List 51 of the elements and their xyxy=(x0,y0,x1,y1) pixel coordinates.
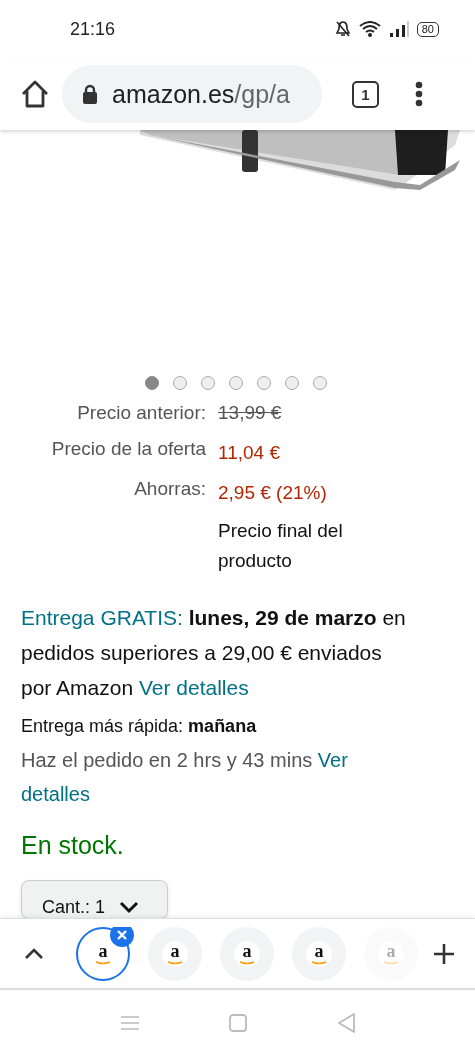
stock-status: En stock. xyxy=(20,831,125,860)
tab-thumbnail[interactable]: a xyxy=(292,926,346,981)
tab-count-button[interactable]: 1 xyxy=(352,80,379,108)
details-link[interactable]: detalles xyxy=(21,783,90,805)
new-tab-icon[interactable] xyxy=(433,942,455,965)
lock-icon xyxy=(82,84,98,104)
wifi-icon xyxy=(358,21,381,37)
site-favicon: a xyxy=(234,940,260,967)
price-value: 11,04 € xyxy=(218,441,281,465)
smile-icon xyxy=(239,960,255,965)
back-icon[interactable] xyxy=(336,1013,355,1033)
carousel-dot[interactable] xyxy=(312,376,327,390)
price-value: 13,99 € xyxy=(218,401,283,425)
site-favicon: a xyxy=(306,940,332,967)
smile-icon xyxy=(167,960,183,965)
smile-icon xyxy=(311,960,327,965)
details-link[interactable]: Ver xyxy=(317,749,348,771)
price-value: 2,95 € (21%) xyxy=(218,481,328,505)
menu-icon[interactable] xyxy=(415,81,423,107)
price-label: Precio anterior: xyxy=(77,401,206,425)
smile-icon xyxy=(383,960,399,965)
carousel-dot[interactable] xyxy=(256,376,271,390)
chevron-down-icon xyxy=(119,900,140,914)
site-favicon: a xyxy=(378,940,404,967)
carousel-dot[interactable] xyxy=(200,376,215,390)
carousel-dot[interactable] xyxy=(144,376,159,390)
price-label: Precio de la oferta xyxy=(51,437,206,461)
battery-level: 80 xyxy=(416,21,439,37)
price-note: Precio final del producto xyxy=(218,519,344,573)
home-icon[interactable] xyxy=(20,80,50,108)
carousel-dot[interactable] xyxy=(228,376,243,390)
close-tab-icon[interactable] xyxy=(110,926,134,947)
chevron-up-icon[interactable] xyxy=(24,947,44,960)
home-button-icon[interactable] xyxy=(228,1014,247,1032)
order-countdown: Haz el pedido en 2 hrs y 43 mins Ver detalles xyxy=(20,748,349,807)
tab-thumbnail[interactable]: a xyxy=(220,926,274,981)
carousel-dot[interactable] xyxy=(284,376,299,390)
carousel-dot[interactable] xyxy=(172,376,187,390)
quantity-dropdown[interactable]: Cant.: 1 xyxy=(21,880,168,918)
smile-icon xyxy=(95,960,111,965)
recent-apps-icon[interactable] xyxy=(120,1015,139,1031)
details-link[interactable]: Ver detalles xyxy=(138,676,249,699)
site-favicon: a xyxy=(162,940,188,967)
delivery-info: Entrega GRATIS: lunes, 29 de marzo en pedidos superiores a 29,00 € enviados por Amazon Ver detalles xyxy=(20,605,407,701)
clock: 21:16 xyxy=(70,18,116,40)
fast-delivery-info: Entrega más rápida: mañana xyxy=(20,715,258,738)
price-label: Ahorras: xyxy=(134,477,206,501)
tab-thumbnail[interactable]: a xyxy=(148,926,202,981)
address-bar[interactable]: amazon.es/gp/a xyxy=(62,65,322,123)
muted-bell-icon xyxy=(334,20,351,38)
signal-icon xyxy=(388,21,409,37)
